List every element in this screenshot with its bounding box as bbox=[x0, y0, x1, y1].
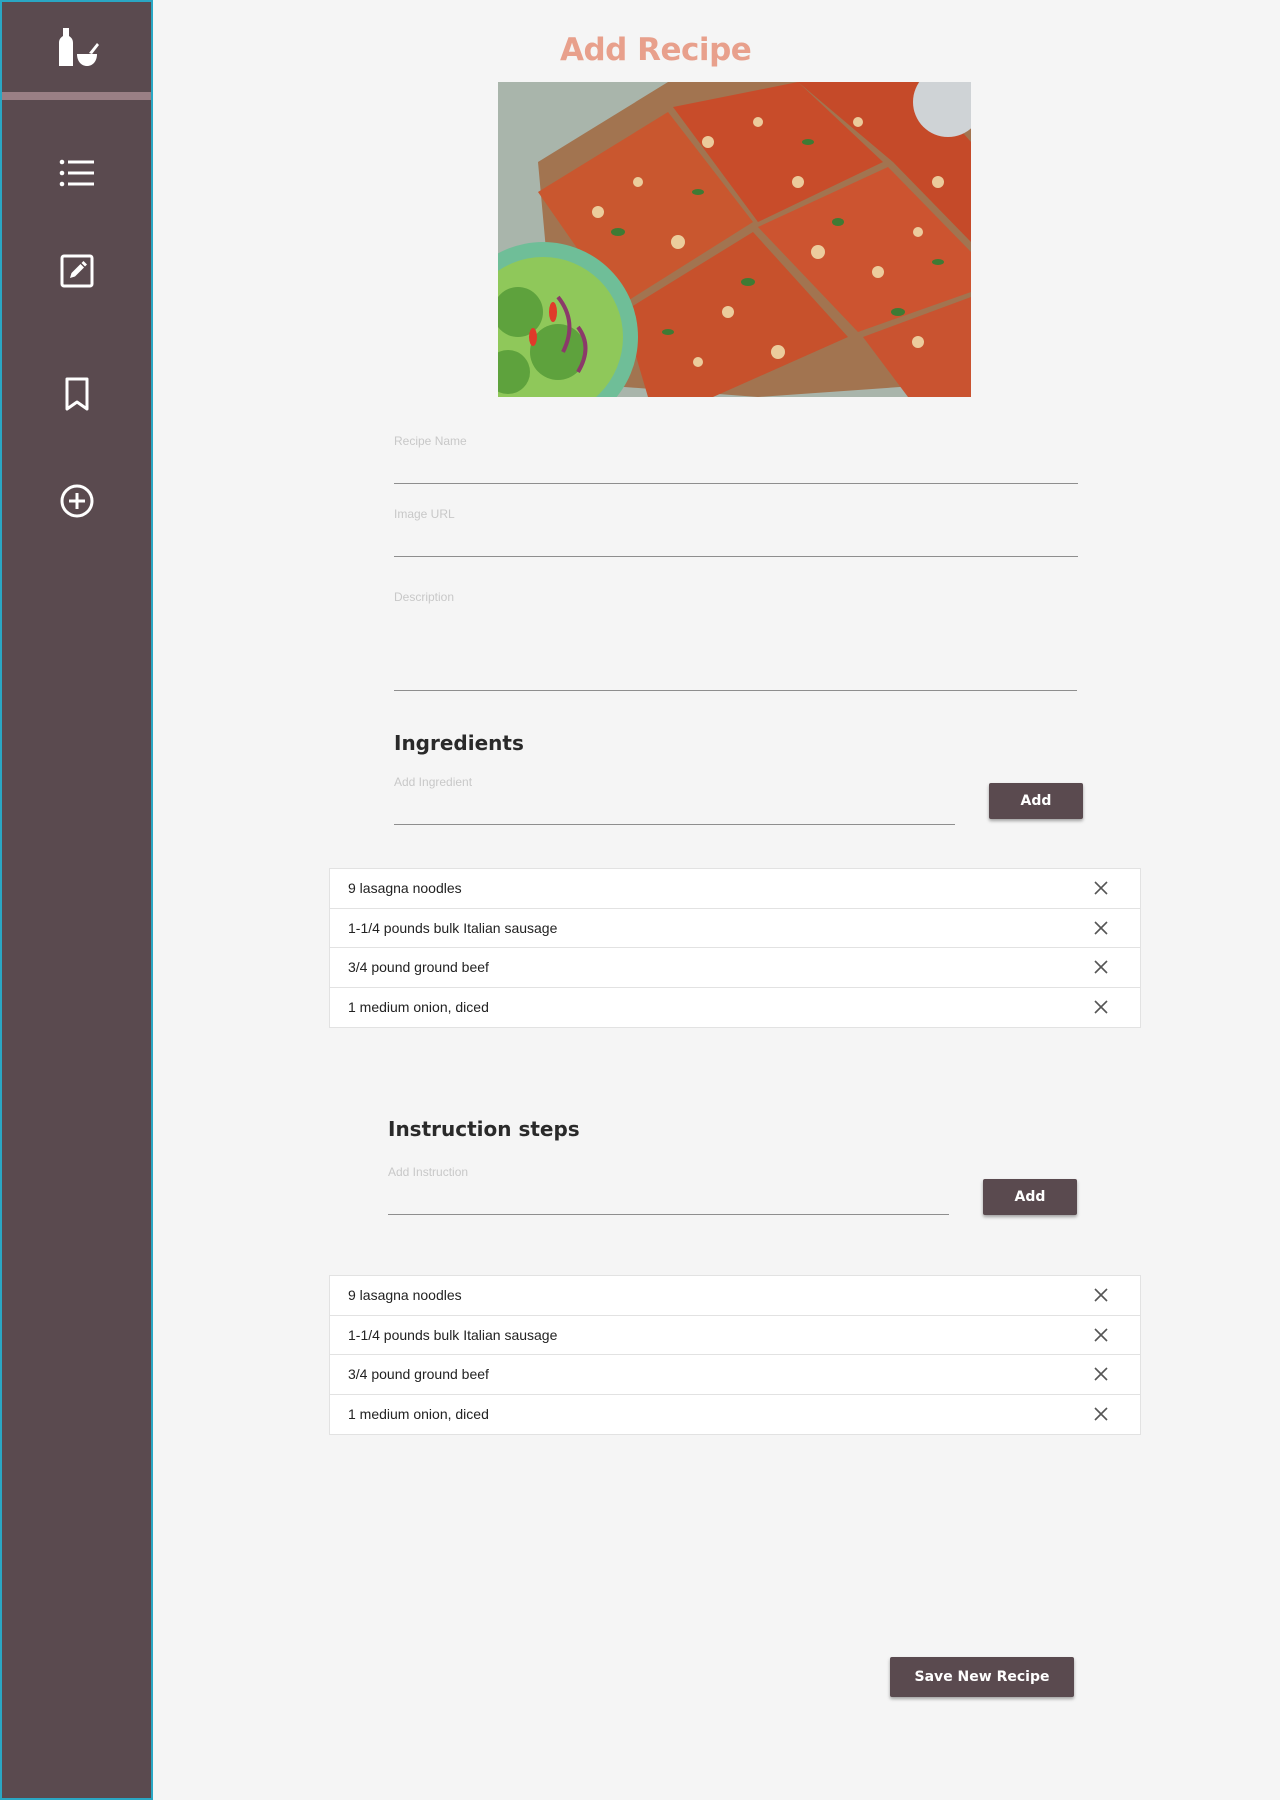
underline bbox=[394, 824, 955, 825]
list-item: 1-1/4 pounds bulk Italian sausage bbox=[330, 1316, 1140, 1355]
instruction-text: 9 lasagna noodles bbox=[348, 1287, 462, 1304]
sidebar-item-edit[interactable] bbox=[52, 246, 102, 296]
ingredient-text: 1-1/4 pounds bulk Italian sausage bbox=[348, 919, 558, 936]
ingredient-text: 1 medium onion, diced bbox=[348, 999, 489, 1016]
sidebar bbox=[0, 0, 153, 1800]
instruction-text: 1-1/4 pounds bulk Italian sausage bbox=[348, 1326, 558, 1343]
add-ingredient-input[interactable] bbox=[394, 805, 955, 821]
pestle-and-bottle-icon bbox=[58, 28, 99, 66]
instructions-heading: Instruction steps bbox=[388, 1117, 580, 1141]
sidebar-item-recipe-list[interactable] bbox=[52, 148, 102, 198]
close-icon[interactable] bbox=[1092, 1405, 1110, 1423]
logo-divider bbox=[2, 92, 151, 100]
list-item: 3/4 pound ground beef bbox=[330, 1355, 1140, 1395]
close-icon[interactable] bbox=[1092, 1365, 1110, 1383]
app-logo[interactable] bbox=[2, 2, 151, 94]
save-recipe-button[interactable]: Save New Recipe bbox=[890, 1657, 1074, 1697]
list-item: 9 lasagna noodles bbox=[330, 869, 1140, 909]
add-ingredient-field[interactable]: Add Ingredient bbox=[394, 775, 955, 825]
add-ingredient-button[interactable]: Add bbox=[989, 783, 1083, 819]
underline bbox=[394, 690, 1077, 691]
add-instruction-button[interactable]: Add bbox=[983, 1179, 1077, 1215]
close-icon[interactable] bbox=[1092, 998, 1110, 1016]
ingredient-text: 3/4 pound ground beef bbox=[348, 959, 489, 976]
bookmark-icon bbox=[65, 377, 89, 411]
list-item: 3/4 pound ground beef bbox=[330, 948, 1140, 988]
recipe-name-label: Recipe Name bbox=[394, 434, 467, 448]
sidebar-item-bookmarks[interactable] bbox=[52, 369, 102, 419]
list-item: 1 medium onion, diced bbox=[330, 1395, 1140, 1435]
edit-icon bbox=[60, 254, 94, 288]
ingredient-text: 9 lasagna noodles bbox=[348, 880, 462, 897]
recipe-name-input[interactable] bbox=[394, 464, 1078, 480]
instruction-text: 3/4 pound ground beef bbox=[348, 1366, 489, 1383]
underline bbox=[388, 1214, 949, 1215]
list-icon bbox=[59, 159, 94, 187]
sidebar-item-add-recipe[interactable] bbox=[52, 476, 102, 526]
list-item: 1 medium onion, diced bbox=[330, 988, 1140, 1028]
recipe-image bbox=[498, 82, 971, 397]
list-item: 9 lasagna noodles bbox=[330, 1276, 1140, 1316]
instruction-list: 9 lasagna noodles 1-1/4 pounds bulk Ital… bbox=[329, 1275, 1141, 1435]
recipe-name-field[interactable]: Recipe Name bbox=[394, 434, 1078, 484]
underline bbox=[394, 483, 1078, 484]
add-instruction-input[interactable] bbox=[388, 1195, 949, 1211]
image-url-field[interactable]: Image URL bbox=[394, 507, 1078, 557]
instruction-text: 1 medium onion, diced bbox=[348, 1406, 489, 1423]
close-icon[interactable] bbox=[1092, 958, 1110, 976]
description-field[interactable]: Description bbox=[394, 590, 1077, 691]
pizza-image bbox=[498, 82, 971, 397]
ingredients-heading: Ingredients bbox=[394, 731, 524, 755]
close-icon[interactable] bbox=[1092, 919, 1110, 937]
image-url-label: Image URL bbox=[394, 507, 455, 521]
add-instruction-field[interactable]: Add Instruction bbox=[388, 1165, 949, 1215]
close-icon[interactable] bbox=[1092, 1286, 1110, 1304]
ingredient-list: 9 lasagna noodles 1-1/4 pounds bulk Ital… bbox=[329, 868, 1141, 1028]
underline bbox=[394, 556, 1078, 557]
image-url-input[interactable] bbox=[394, 537, 1078, 553]
page-title: Add Recipe bbox=[560, 32, 752, 68]
description-input[interactable] bbox=[394, 627, 1077, 687]
close-icon[interactable] bbox=[1092, 1326, 1110, 1344]
description-label: Description bbox=[394, 590, 455, 604]
add-ingredient-label: Add Ingredient bbox=[394, 775, 473, 789]
add-instruction-label: Add Instruction bbox=[388, 1165, 469, 1179]
plus-circle-icon bbox=[60, 484, 94, 518]
list-item: 1-1/4 pounds bulk Italian sausage bbox=[330, 909, 1140, 948]
close-icon[interactable] bbox=[1092, 879, 1110, 897]
